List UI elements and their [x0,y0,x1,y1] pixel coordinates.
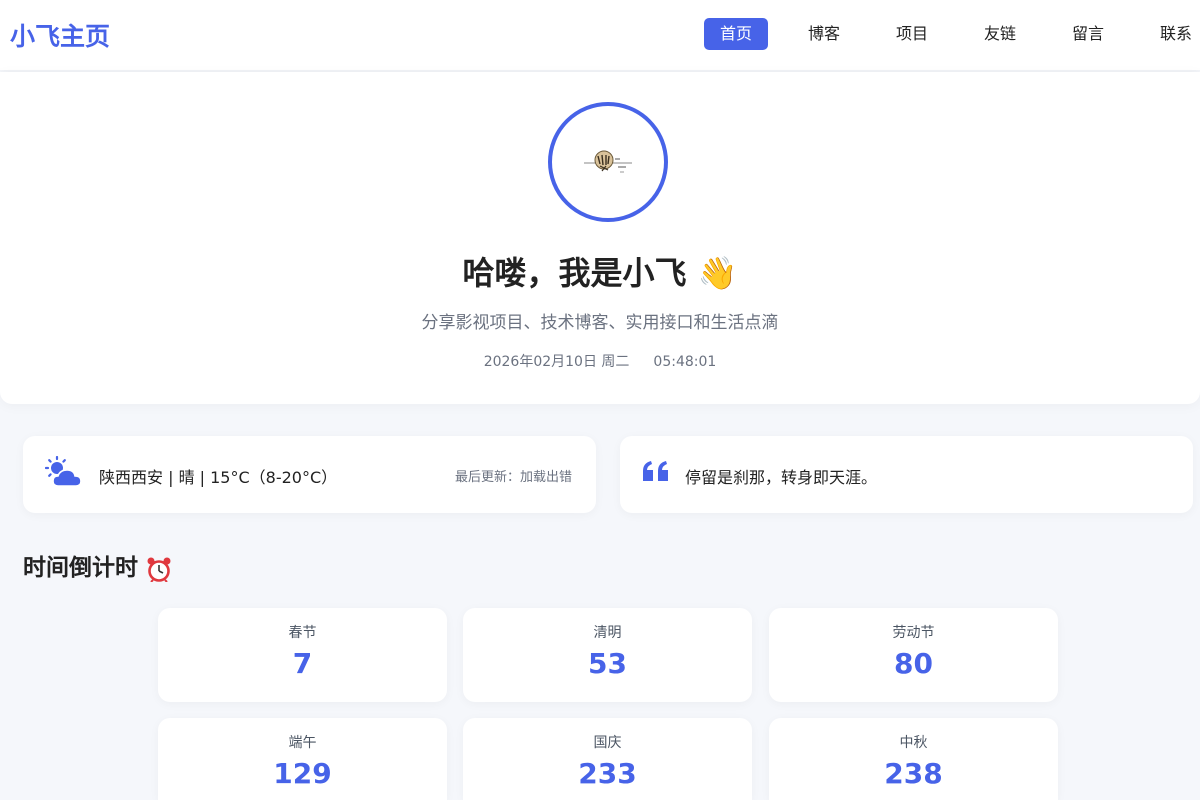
countdown-label: 中秋 [899,735,928,751]
nav-item-links[interactable]: 友链 [968,18,1032,50]
hero-title: 哈喽，我是小飞 👋 [462,254,738,292]
countdown-label: 劳动节 [892,625,935,641]
quote-text: 停留是刹那，转身即天涯。 [685,468,878,487]
countdown-days: 7 [292,647,313,680]
current-time: 05:48:01 [653,354,717,370]
countdown-label: 清明 [593,625,622,641]
countdown-card: 国庆 233 [463,718,752,800]
nav-item-projects[interactable]: 项目 [880,18,944,50]
countdown-label: 端午 [288,735,317,751]
quote-card: 停留是刹那，转身即天涯。 [620,436,1193,513]
countdown-days: 233 [578,757,637,790]
weather-last-update: 最后更新：加载出错 [454,470,572,485]
countdown-label: 国庆 [593,735,622,751]
countdown-card: 春节 7 [158,608,447,702]
countdown-card: 清明 53 [463,608,752,702]
countdown-title: 时间倒计时 [23,555,138,581]
weather-card: 陕西西安 | 晴 | 15°C（8-20°C） 最后更新：加载出错 [23,436,596,513]
countdown-days: 80 [894,647,933,680]
countdown-label: 春节 [288,625,317,641]
hero-section: 哈喽，我是小飞 👋 分享影视项目、技术博客、实用接口和生活点滴 2026年02月… [0,72,1200,404]
countdown-card: 端午 129 [158,718,447,800]
countdown-card: 中秋 238 [769,718,1058,800]
nav-item-blog[interactable]: 博客 [792,18,856,50]
quote-icon [643,461,668,481]
countdown-days: 53 [588,647,627,680]
cloud-sun-icon [45,456,82,487]
hero-subtitle: 分享影视项目、技术博客、实用接口和生活点滴 [421,313,779,333]
nav-item-guestbook[interactable]: 留言 [1056,18,1120,50]
site-logo[interactable]: 小飞主页 [10,17,110,53]
date-time: 2026年02月10日 周二 05:48:01 [0,351,1200,371]
avatar [548,102,668,222]
countdown-card: 劳动节 80 [769,608,1058,702]
avatar-logo-icon [584,150,632,173]
current-date: 2026年02月10日 周二 [483,354,630,370]
alarm-clock-icon [147,557,171,583]
nav-item-home[interactable]: 首页 [704,18,768,50]
weather-info: 陕西西安 | 晴 | 15°C（8-20°C） [99,468,338,487]
countdown-heading: 时间倒计时 [23,548,172,583]
top-navbar: 小飞主页 首页 博客 项目 友链 留言 联系 [0,0,1200,70]
countdown-days: 129 [273,757,332,790]
nav-item-contact[interactable]: 联系 [1144,18,1200,50]
countdown-days: 238 [884,757,943,790]
